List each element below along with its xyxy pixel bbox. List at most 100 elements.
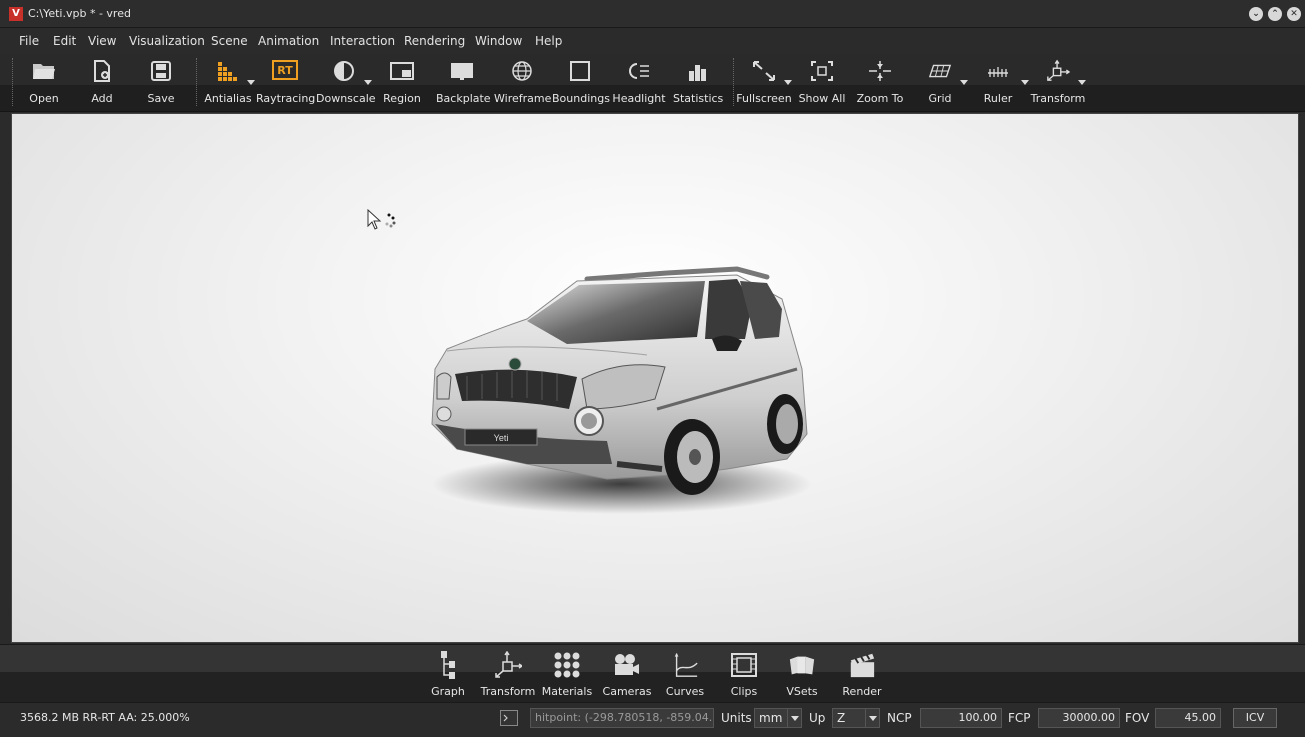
- show-all-button[interactable]: Show All: [797, 54, 847, 112]
- ncp-input[interactable]: 100.00: [920, 708, 1002, 728]
- transform-dock-button[interactable]: Transform: [480, 648, 536, 700]
- zoom-to-icon: [868, 60, 892, 82]
- headlight-button[interactable]: Headlight: [612, 54, 666, 112]
- toolbar-separator: [733, 58, 734, 106]
- raytracing-icon: RT: [272, 60, 298, 80]
- curves-icon: [671, 650, 699, 680]
- menu-bar: File Edit View Visualization Scene Anima…: [0, 28, 1305, 54]
- fullscreen-button[interactable]: Fullscreen: [736, 54, 792, 112]
- backplate-button[interactable]: Backplate: [436, 54, 491, 112]
- camera-icon: [613, 650, 641, 680]
- film-clip-icon: [730, 650, 758, 680]
- scenegraph-icon: [434, 650, 462, 680]
- menu-rendering[interactable]: Rendering: [404, 34, 465, 48]
- cameras-button[interactable]: Cameras: [601, 648, 653, 700]
- memory-status: 3568.2 MB RR-RT AA: 25.000%: [20, 711, 190, 724]
- curves-button[interactable]: Curves: [664, 648, 706, 700]
- clips-button[interactable]: Clips: [724, 648, 764, 700]
- dropdown-arrow-icon[interactable]: [1021, 80, 1029, 85]
- menu-visualization[interactable]: Visualization: [129, 34, 205, 48]
- fullscreen-arrows-icon: [752, 60, 776, 82]
- units-select[interactable]: mm: [754, 708, 802, 728]
- backplate-icon: [450, 60, 474, 82]
- menu-animation[interactable]: Animation: [258, 34, 319, 48]
- dropdown-arrow-icon[interactable]: [784, 80, 792, 85]
- up-axis-select[interactable]: Z: [832, 708, 880, 728]
- transform-icon: [494, 650, 522, 680]
- dropdown-arrow-icon[interactable]: [247, 80, 255, 85]
- icv-button[interactable]: ICV: [1233, 708, 1277, 728]
- antialias-grid-icon: [216, 60, 240, 82]
- region-button[interactable]: Region: [381, 54, 423, 112]
- menu-file[interactable]: File: [19, 34, 39, 48]
- menu-interaction[interactable]: Interaction: [330, 34, 395, 48]
- grid-plane-icon: [928, 60, 952, 82]
- units-label: Units: [721, 711, 752, 725]
- up-label: Up: [809, 711, 826, 725]
- maximize-icon[interactable]: ⌃: [1268, 7, 1282, 21]
- materials-button[interactable]: Materials: [541, 648, 593, 700]
- fov-input[interactable]: 45.00: [1155, 708, 1221, 728]
- chevron-down-icon: [865, 709, 879, 727]
- minimize-icon[interactable]: ⌄: [1249, 7, 1263, 21]
- statistics-button[interactable]: Statistics: [673, 54, 723, 112]
- add-file-icon: [90, 60, 114, 82]
- add-button[interactable]: Add: [84, 54, 120, 112]
- headlight-icon: [627, 60, 651, 82]
- bar-chart-icon: [686, 60, 710, 82]
- ncp-label: NCP: [887, 711, 912, 725]
- show-all-icon: [810, 60, 834, 82]
- open-button[interactable]: Open: [25, 54, 63, 112]
- downscale-button[interactable]: Downscale: [316, 54, 376, 112]
- ruler-icon: [986, 60, 1010, 82]
- clapperboard-icon: [848, 650, 876, 680]
- toolbar-separator: [12, 58, 13, 106]
- dropdown-arrow-icon[interactable]: [364, 80, 372, 85]
- save-button[interactable]: Save: [142, 54, 180, 112]
- materials-spheres-icon: [553, 650, 581, 680]
- bounding-box-icon: [568, 60, 592, 82]
- vsets-button[interactable]: VSets: [782, 648, 822, 700]
- fov-label: FOV: [1125, 711, 1150, 725]
- transform-icon: [1046, 59, 1070, 82]
- busy-cursor-icon: [367, 209, 396, 230]
- render-viewport[interactable]: Yeti: [11, 113, 1299, 643]
- half-circle-icon: [332, 60, 356, 82]
- main-toolbar: Open Add Save Antialias RT Raytracing Do…: [0, 54, 1305, 112]
- vsets-cards-icon: [788, 650, 816, 680]
- graph-button[interactable]: Graph: [428, 648, 468, 700]
- raytracing-button[interactable]: RT Raytracing: [256, 54, 315, 112]
- wireframe-globe-icon: [510, 60, 534, 82]
- toolbar-separator: [196, 58, 197, 106]
- close-icon[interactable]: ✕: [1287, 7, 1301, 21]
- menu-scene[interactable]: Scene: [211, 34, 248, 48]
- region-icon: [390, 60, 414, 82]
- ruler-button[interactable]: Ruler: [978, 54, 1029, 112]
- grid-button[interactable]: Grid: [918, 54, 968, 112]
- floppy-disk-icon: [149, 60, 173, 82]
- wireframe-button[interactable]: Wireframe: [494, 54, 551, 112]
- dropdown-arrow-icon[interactable]: [1078, 80, 1086, 85]
- render-button[interactable]: Render: [840, 648, 884, 700]
- fcp-input[interactable]: 30000.00: [1038, 708, 1120, 728]
- fcp-label: FCP: [1008, 711, 1031, 725]
- license-plate: Yeti: [494, 433, 509, 443]
- car-model: Yeti: [431, 266, 812, 514]
- window-title: C:\Yeti.vpb * - vred: [28, 7, 131, 20]
- menu-help[interactable]: Help: [535, 34, 562, 48]
- antialias-button[interactable]: Antialias: [204, 54, 255, 112]
- hitpoint-field[interactable]: hitpoint: (-298.780518, -859.04...: [530, 708, 714, 728]
- terminal-icon[interactable]: [500, 710, 518, 726]
- transform-button[interactable]: Transform: [1030, 54, 1086, 112]
- zoom-to-button[interactable]: Zoom To: [855, 54, 905, 112]
- boundings-button[interactable]: Boundings: [552, 54, 610, 112]
- title-bar: V C:\Yeti.vpb * - vred ⌄ ⌃ ✕: [0, 0, 1305, 28]
- menu-edit[interactable]: Edit: [53, 34, 76, 48]
- chevron-down-icon: [787, 709, 801, 727]
- status-bar: 3568.2 MB RR-RT AA: 25.000% hitpoint: (-…: [0, 702, 1305, 732]
- menu-window[interactable]: Window: [475, 34, 522, 48]
- folder-icon: [32, 60, 56, 82]
- vred-logo-icon: V: [9, 7, 23, 21]
- dropdown-arrow-icon[interactable]: [960, 80, 968, 85]
- menu-view[interactable]: View: [88, 34, 116, 48]
